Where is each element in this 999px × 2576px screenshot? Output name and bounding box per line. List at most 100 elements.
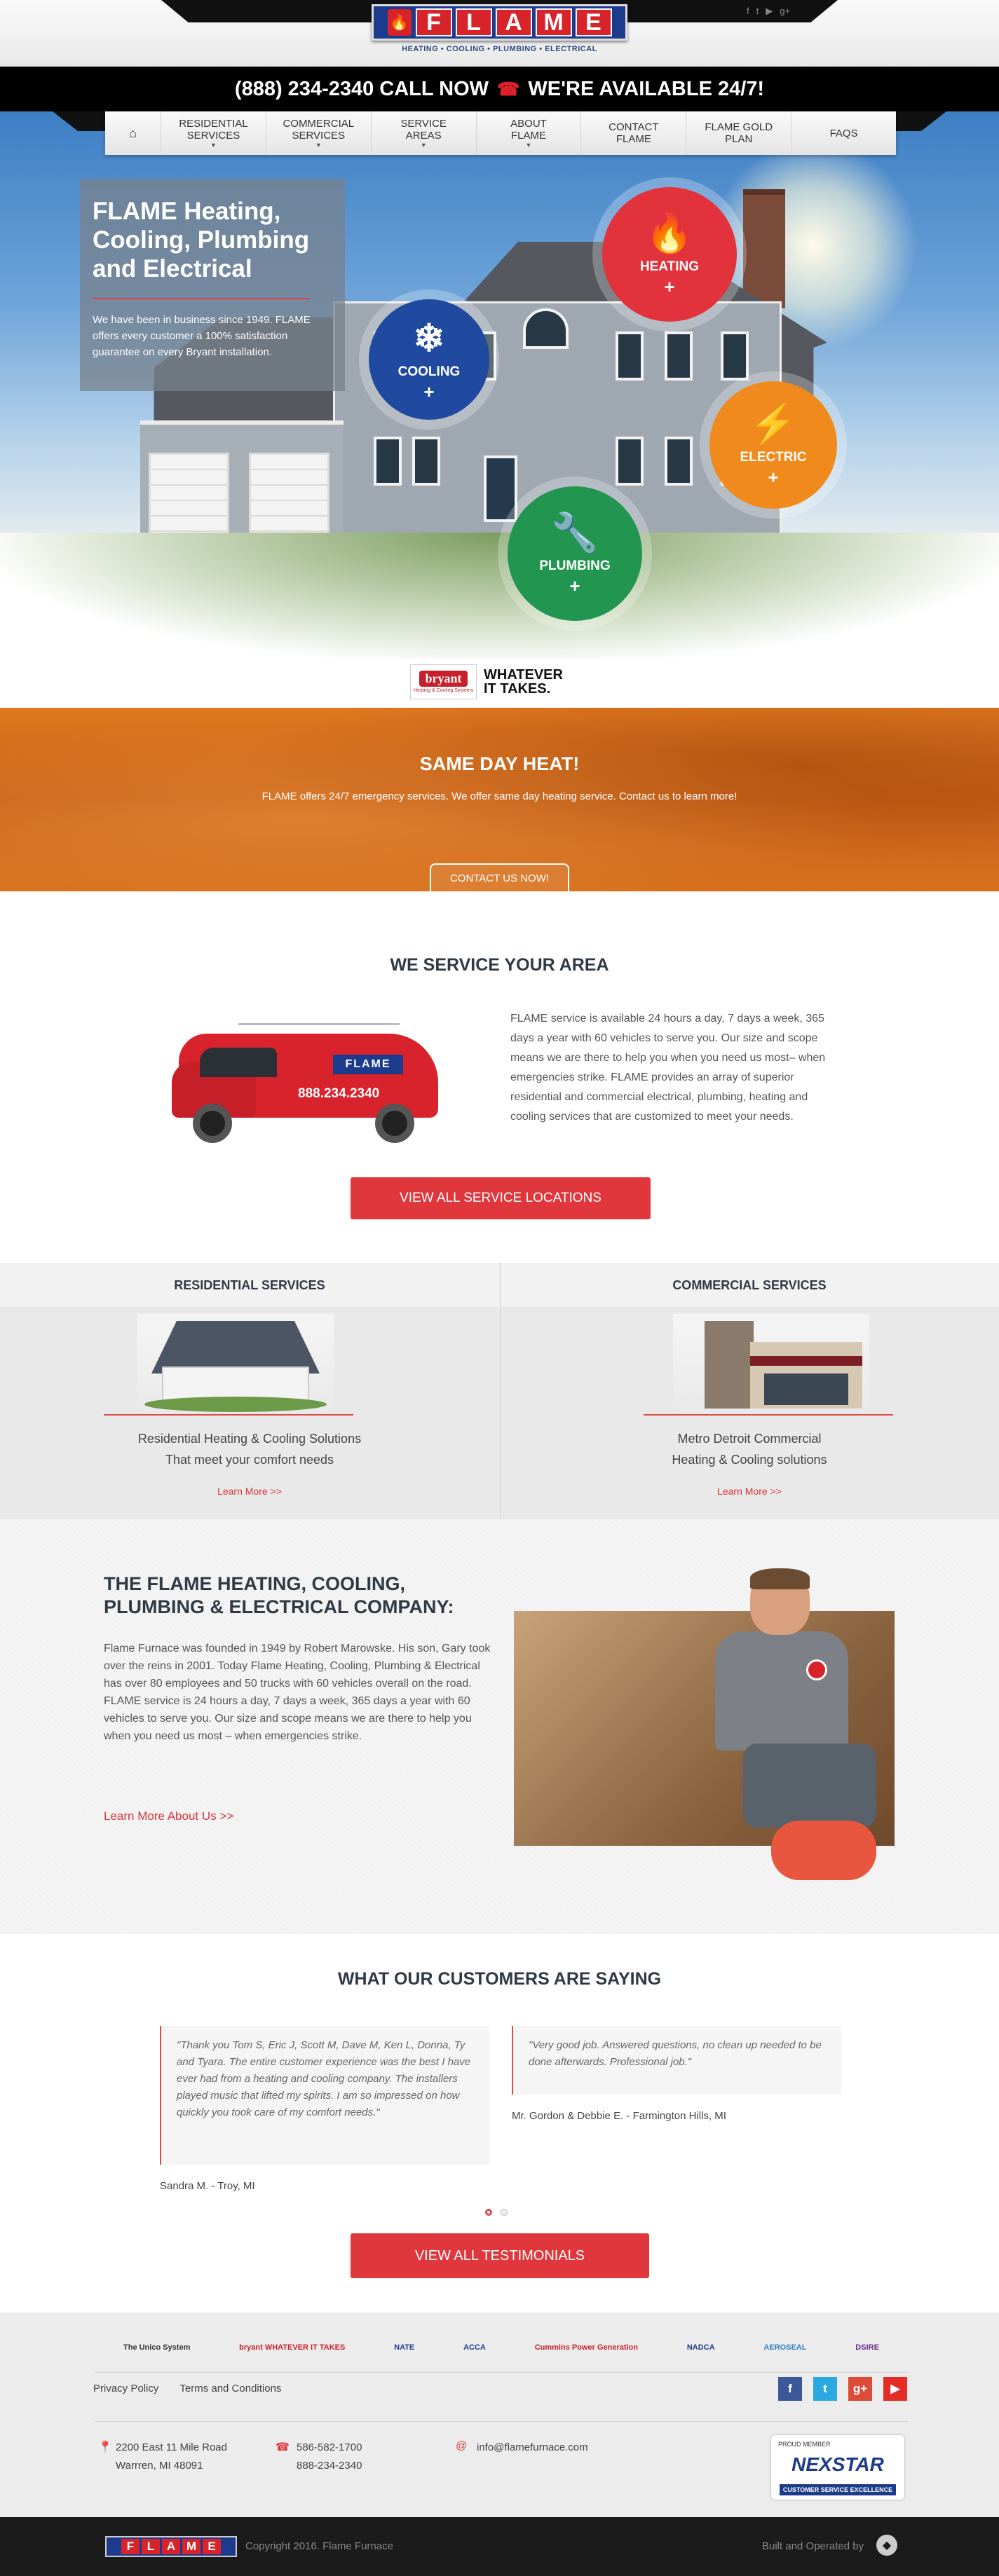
- logo-letter: L: [142, 2539, 160, 2554]
- youtube-icon[interactable]: ▶: [766, 6, 773, 17]
- logo-letter: M: [535, 8, 572, 36]
- nav-faqs[interactable]: FAQS: [791, 111, 896, 155]
- view-service-locations-button[interactable]: VIEW ALL SERVICE LOCATIONS: [351, 1177, 651, 1219]
- nav-label: CONTACT: [609, 121, 659, 133]
- heating-label: HEATING: [639, 259, 700, 274]
- footer-email[interactable]: info@flamefurnace.com: [477, 2439, 588, 2457]
- privacy-policy-link[interactable]: Privacy Policy: [93, 2383, 158, 2395]
- commercial-learn-more-link[interactable]: Learn More >>: [500, 1486, 999, 1497]
- view-all-testimonials-button[interactable]: VIEW ALL TESTIMONIALS: [351, 2233, 649, 2278]
- terms-link[interactable]: Terms and Conditions: [179, 2383, 281, 2395]
- partner-logo[interactable]: Cummins Power Generation: [531, 2341, 642, 2354]
- hero-intro-box: FLAME Heating, Cooling, Plumbing and Ele…: [80, 179, 345, 391]
- facebook-icon[interactable]: f: [778, 2377, 802, 2401]
- logo-letter: M: [182, 2539, 201, 2554]
- address-line: 2200 East 11 Mile Road: [116, 2441, 227, 2453]
- phone-link[interactable]: 888-234-2340: [297, 2457, 362, 2475]
- cooling-service-circle[interactable]: ❄ COOLING +: [359, 289, 499, 430]
- residential-house-image[interactable]: [137, 1314, 334, 1413]
- logo-letter: E: [203, 2539, 221, 2554]
- commercial-services-heading[interactable]: COMMERCIAL SERVICES: [500, 1263, 999, 1308]
- nav-label: SERVICES: [186, 130, 240, 142]
- house-garage: [140, 420, 344, 544]
- phone-link[interactable]: 586-582-1700: [297, 2439, 362, 2457]
- footer-social: f t g+ ▶: [778, 2377, 907, 2401]
- logo-letter: A: [162, 2539, 180, 2554]
- testimonial-author: Sandra M. - Troy, MI: [160, 2180, 255, 2192]
- carousel-dot[interactable]: [485, 2209, 492, 2216]
- nav-home[interactable]: ⌂: [105, 111, 161, 155]
- residential-services-heading[interactable]: RESIDENTIAL SERVICES: [0, 1263, 499, 1308]
- nav-label: SERVICES: [292, 130, 346, 142]
- footer-phones: 586-582-1700 888-234-2340: [297, 2439, 362, 2475]
- logo-letter: A: [495, 8, 532, 36]
- carousel-dot[interactable]: [501, 2209, 508, 2216]
- lightning-icon: ⚡: [749, 403, 797, 445]
- bryant-tagline: WHATEVER IT TAKES.: [484, 668, 563, 696]
- bryant-tag-line: IT TAKES.: [484, 681, 551, 697]
- bryant-brand: bryant: [419, 671, 468, 687]
- partner-logo[interactable]: bryant WHATEVER IT TAKES: [235, 2341, 349, 2354]
- testimonial-author: Mr. Gordon & Debbie E. - Farmington Hill…: [512, 2110, 726, 2122]
- logo-letter: F: [121, 2539, 140, 2554]
- nav-commercial-services[interactable]: COMMERCIAL SERVICES ▼: [266, 111, 372, 155]
- partner-logo[interactable]: DSIRE: [851, 2341, 883, 2354]
- nav-about-flame[interactable]: ABOUT FLAME ▼: [477, 111, 582, 155]
- commercial-line: Heating & Cooling solutions: [672, 1453, 827, 1467]
- map-pin-icon: 📍: [98, 2441, 112, 2453]
- developer-logo-icon[interactable]: ◆: [876, 2535, 897, 2556]
- google-plus-icon[interactable]: g+: [848, 2377, 872, 2401]
- testimonial-quote: "Very good job. Answered questions, no c…: [512, 2026, 841, 2095]
- hero-title: FLAME Heating, Cooling, Plumbing and Ele…: [93, 198, 310, 282]
- commercial-line: Metro Detroit Commercial: [677, 1432, 822, 1446]
- bryant-logo: bryant Heating & Cooling Systems: [410, 664, 477, 699]
- phone-bar: (888) 234-2340 CALL NOW ☎ WE'RE AVAILABL…: [0, 67, 999, 111]
- service-area-title: WE SERVICE YOUR AREA: [390, 955, 609, 975]
- partner-logo[interactable]: The Unico System: [119, 2341, 194, 2354]
- contact-us-button[interactable]: CONTACT US NOW!: [430, 863, 569, 891]
- logo-letter: F: [415, 8, 452, 36]
- nav-residential-services[interactable]: RESIDENTIAL SERVICES ▼: [161, 111, 266, 155]
- hero-text: We have been in business since 1949. FLA…: [93, 314, 311, 358]
- residential-description: Residential Heating & Cooling Solutions …: [0, 1428, 499, 1470]
- nav-flame-gold-plan[interactable]: FLAME GOLD PLAN: [686, 111, 792, 155]
- header-social-links: f t ▶ g+: [747, 6, 790, 17]
- nav-service-areas[interactable]: SERVICE AREAS ▼: [372, 111, 477, 155]
- plumbing-service-circle[interactable]: 🔧 PLUMBING +: [498, 477, 652, 631]
- residential-learn-more-link[interactable]: Learn More >>: [0, 1486, 499, 1497]
- facebook-icon[interactable]: f: [747, 6, 749, 17]
- phone-number[interactable]: (888) 234-2340 CALL NOW: [235, 78, 489, 101]
- partner-logo[interactable]: NATE: [390, 2341, 419, 2354]
- chevron-down-icon: ▼: [525, 142, 532, 149]
- company-paragraph: FLAME service is 24 hours a day, 7 days …: [104, 1695, 472, 1742]
- nav-label: COMMERCIAL: [283, 118, 355, 130]
- services-divider: [500, 1263, 501, 1519]
- phone-icon: ☎: [276, 2441, 290, 2453]
- heating-service-circle[interactable]: 🔥 HEATING +: [592, 177, 747, 331]
- footer-links: Privacy Policy Terms and Conditions: [93, 2383, 281, 2395]
- address-line: Warrren, MI 48091: [116, 2460, 203, 2472]
- bryant-banner[interactable]: bryant Heating & Cooling Systems WHATEVE…: [410, 662, 594, 701]
- partner-logo[interactable]: ACCA: [459, 2341, 490, 2354]
- electric-label: ELECTRIC: [740, 450, 807, 465]
- nav-contact-flame[interactable]: CONTACT FLAME: [581, 111, 687, 155]
- copyright-text: Copyright 2016. Flame Furnace: [245, 2540, 393, 2552]
- google-plus-icon[interactable]: g+: [780, 6, 790, 17]
- plus-icon: +: [664, 276, 675, 297]
- partner-logo[interactable]: NADCA: [683, 2341, 719, 2354]
- twitter-icon[interactable]: t: [756, 6, 759, 17]
- youtube-icon[interactable]: ▶: [883, 2377, 907, 2401]
- email-icon: @: [456, 2440, 468, 2452]
- nav-label: PLAN: [725, 133, 753, 145]
- nav-label: ABOUT: [510, 118, 547, 130]
- flame-logo[interactable]: 🔥 F L A M E: [372, 4, 627, 41]
- van-logo: FLAME: [333, 1055, 403, 1074]
- nexstar-badge[interactable]: PROUD MEMBER NEXSTAR CUSTOMER SERVICE EX…: [771, 2435, 904, 2500]
- electric-service-circle[interactable]: ⚡ ELECTRIC +: [700, 371, 847, 519]
- partner-logo[interactable]: AEROSEAL: [759, 2341, 810, 2354]
- twitter-icon[interactable]: t: [813, 2377, 837, 2401]
- learn-more-about-us-link[interactable]: Learn More About Us >>: [104, 1809, 233, 1823]
- commercial-building-image[interactable]: [673, 1314, 869, 1413]
- footer-flame-logo[interactable]: F L A M E: [105, 2536, 237, 2557]
- nav-label: FAQS: [829, 127, 858, 139]
